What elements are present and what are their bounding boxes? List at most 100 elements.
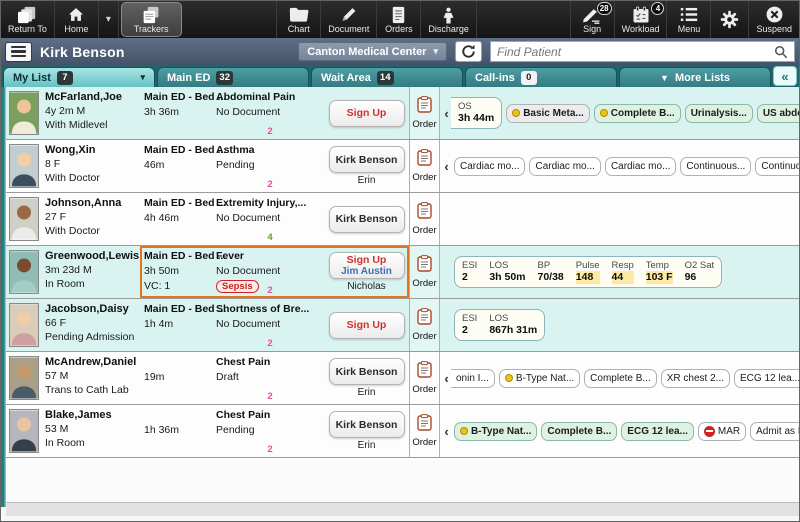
complaint-cell: Fever No Document Sepsis 2 [214,248,326,296]
order-label: Order [412,278,437,289]
order-button[interactable]: Order [409,87,440,139]
provider-assign-button[interactable]: Sign Up [328,311,405,339]
facility-dropdown[interactable]: Canton Medical Center ▾ [298,42,447,61]
patient-row[interactable]: Blake,James 53 M In Room 1h 36m Chest Pa… [6,405,799,458]
vitals-chip[interactable]: ESI 2 LOS 867h 31m [454,309,546,341]
order-chip[interactable]: Complete B... [584,368,657,388]
suspend-button[interactable]: Suspend [749,1,799,38]
provider-assign-button[interactable]: Kirk Benson [328,146,405,173]
patient-row[interactable]: McAndrew,Daniel 57 M Trans to Cath Lab 1… [6,352,799,405]
order-chip[interactable]: Basic Meta... [506,103,590,123]
comment-count: 2 [267,338,273,349]
order-button[interactable]: Order [409,352,440,404]
bed-cell: 1h 36m [142,407,214,455]
search-input[interactable] [497,44,770,59]
trackers-button[interactable]: Trackers [120,2,182,37]
order-chip[interactable]: onin I... [451,368,495,388]
provider-assign-button[interactable]: Kirk Benson [328,411,405,438]
list-tabs: My List 7 ▾ Main ED 32 Wait Area 14 Call… [1,65,799,87]
orders-button[interactable]: Orders [377,1,422,38]
tab-call-ins[interactable]: Call-ins 0 [465,67,617,87]
menu-button[interactable]: Menu [667,1,712,38]
order-chip[interactable]: Urinalysis... [684,103,753,123]
patient-info-cell: Jacobson,Daisy 66 F Pending Admission [42,299,140,351]
patient-row[interactable]: Johnson,Anna 27 F With Doctor Main ED - … [6,193,799,246]
order-chip[interactable]: ECG 12 lea... [734,368,799,388]
patient-row[interactable]: Jacobson,Daisy 66 F Pending Admission Ma… [6,299,799,352]
order-chip[interactable]: Admit as I... [750,421,799,441]
patient-row[interactable]: Wong,Xin 8 F With Doctor Main ED - Bed .… [6,140,799,193]
order-chip[interactable]: B-Type Nat... [454,421,538,441]
tab-more-lists[interactable]: ▼ More Lists [619,67,771,87]
chips-scroll-left[interactable]: ‹ [443,106,450,121]
photo-cell [6,193,42,245]
order-chip[interactable]: Complete B... [593,103,681,123]
encounter-cells: Main ED - Bed ... 46m Asthma Pending 2 K… [140,140,409,192]
order-button[interactable]: Order [409,140,440,192]
order-chip[interactable]: US abdomen [756,103,799,123]
sepsis-alert-badge[interactable]: Sepsis [216,280,259,293]
complaint-cell: Chest Pain Pending 2 [214,407,326,455]
tab-wait-area[interactable]: Wait Area 14 [311,67,463,87]
los-time: 46m [144,159,165,171]
order-chip[interactable]: XR chest 2... [660,368,731,388]
order-chip[interactable]: Cardiac mo... [454,156,526,176]
encounter-cells: Main ED - Bed ... 3h 50m VC: 1 Fever No … [140,246,409,298]
vital-header: OS [458,101,472,112]
patient-age-sex: 4y 2m M [45,105,86,117]
search-icon[interactable] [774,45,788,59]
order-button[interactable]: Order [409,246,440,298]
orders-icon [391,5,406,24]
bed-label [144,409,214,421]
chips-scroll-left[interactable]: ‹ [443,424,450,439]
order-chip[interactable]: B-Type Nat... [498,368,581,388]
discharge-button[interactable]: Discharge [421,1,477,38]
patient-row[interactable]: McFarland,Joe 4y 2m M With Midlevel Main… [6,87,799,140]
settings-button[interactable] [711,1,750,38]
tab-main-ed[interactable]: Main ED 32 [157,67,309,87]
order-chip-label: Admit as I... [756,425,799,437]
order-chip[interactable]: Continuous... [680,156,752,176]
order-chip[interactable]: Cardiac mo... [529,156,601,176]
provider-assign-button[interactable]: Sign Up Jim Austin [328,252,405,279]
chevron-down-icon: ▾ [105,14,111,25]
provider-assign-button[interactable]: Sign Up [328,99,405,127]
vitals-chip[interactable]: ESI 2 LOS 3h 50m BP 70/38 Pulse 148 Resp 44 Temp 10… [454,256,723,288]
order-chip-label: Complete B... [547,425,612,437]
note-status: Draft [216,371,239,383]
order-chip[interactable]: Complete B... [541,421,618,441]
comment-count: 4 [267,232,273,243]
order-chip[interactable]: MAR [697,421,747,441]
provider-cell: Kirk Benson Erin [326,142,407,190]
refresh-button[interactable] [455,41,482,62]
home-dropdown-button[interactable]: ▾ [99,1,119,38]
chips-scroll-left[interactable]: ‹ [443,159,450,174]
order-chip[interactable]: Continuous... [755,156,799,176]
vitals-chip[interactable]: OS 3h 44m [451,97,503,129]
tab-my-list[interactable]: My List 7 ▾ [3,67,155,87]
los-time: 19m [144,371,165,383]
provider-assign-button[interactable]: Kirk Benson [328,205,405,233]
order-chip-label: Cardiac mo... [610,160,671,172]
order-chip[interactable]: Cardiac mo... [604,156,677,176]
home-button[interactable]: Home [55,1,99,38]
order-chip[interactable]: ECG 12 lea... [621,421,694,441]
patient-status: In Room [45,437,85,449]
return-to-button[interactable]: Return To [1,1,55,38]
order-button[interactable]: Order [409,299,440,351]
order-button[interactable]: Order [409,405,440,457]
collapse-tabs-button[interactable]: « [773,66,797,86]
chart-button[interactable]: Chart [277,1,322,38]
sign-button[interactable]: 28 Sign [571,1,615,38]
top-toolbar: Return To Home ▾ Trackers Chart Document… [1,1,799,38]
provider-assign-button[interactable]: Kirk Benson [328,358,405,385]
bed-cell: Main ED - Bed ... 3h 36m [142,89,226,137]
patient-info-cell: Wong,Xin 8 F With Doctor [42,140,140,192]
workload-button[interactable]: 4 Workload [615,1,668,38]
hamburger-menu-button[interactable] [5,41,32,62]
bottom-scrollbar-track[interactable] [6,502,799,516]
patient-row[interactable]: Greenwood,Lewis 3m 23d M In Room Main ED… [6,246,799,299]
chips-scroll-left[interactable]: ‹ [443,371,450,386]
order-button[interactable]: Order [409,193,440,245]
document-button[interactable]: Document [321,1,378,38]
